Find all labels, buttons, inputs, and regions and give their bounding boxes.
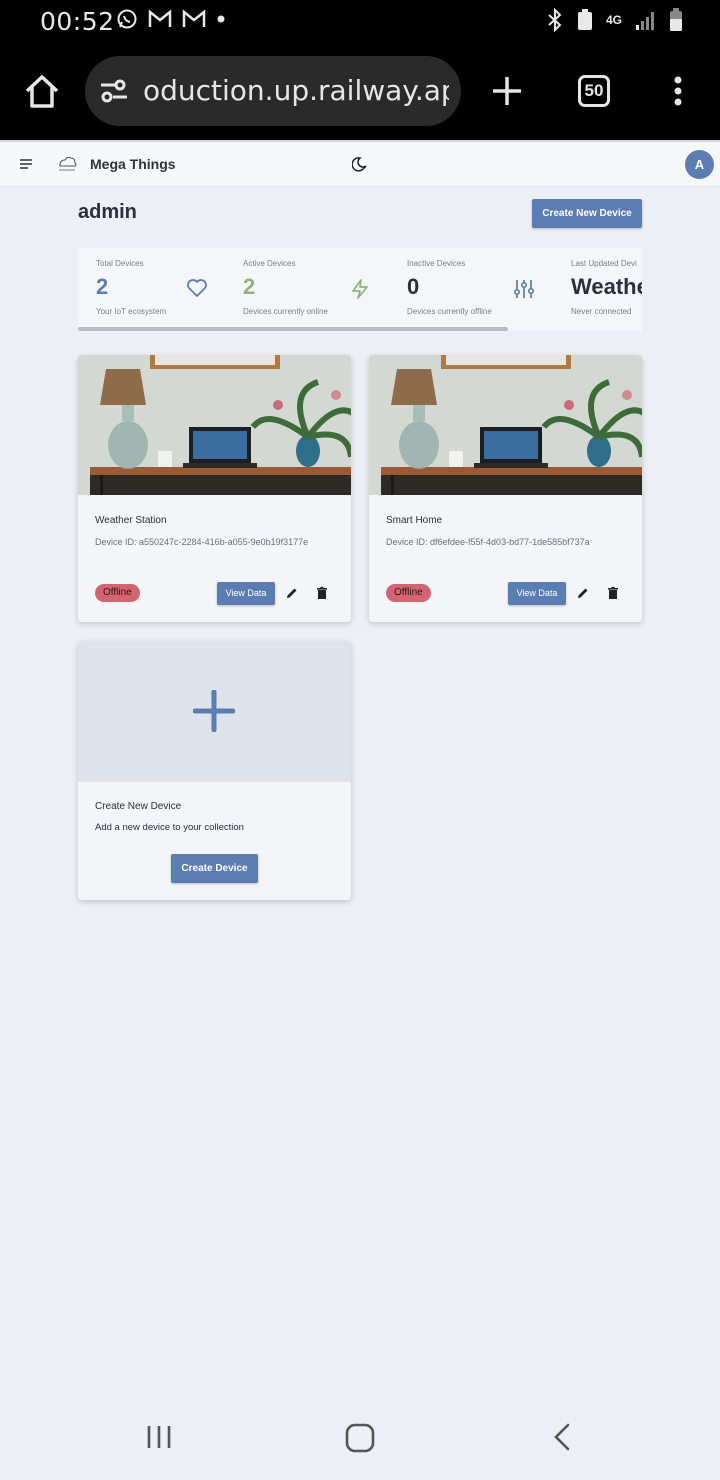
data-saver-icon bbox=[577, 9, 592, 30]
status-badge: Offline bbox=[386, 584, 431, 602]
lightning-icon bbox=[352, 279, 368, 299]
gmail-icon bbox=[182, 9, 206, 27]
stat-label: Total Devices bbox=[96, 259, 144, 268]
browser-toolbar: oduction.up.railway.app 50 bbox=[0, 44, 720, 140]
home-icon[interactable] bbox=[22, 72, 62, 112]
device-id: Device ID: a550247c-2284-416b-a055-9e0b1… bbox=[95, 537, 309, 547]
clock: 00:52 bbox=[40, 7, 115, 36]
delete-icon[interactable] bbox=[606, 586, 620, 600]
stats-strip[interactable]: Total Devices 2 Your IoT ecosystem Activ… bbox=[78, 248, 642, 331]
stat-subtitle: Your IoT ecosystem bbox=[96, 307, 167, 316]
heart-icon bbox=[187, 279, 207, 297]
gmail-icon bbox=[148, 9, 172, 27]
notification-icons bbox=[116, 8, 226, 30]
system-icons: 4G bbox=[546, 8, 684, 32]
create-device-placeholder[interactable] bbox=[78, 641, 351, 782]
address-bar[interactable]: oduction.up.railway.app bbox=[85, 56, 461, 126]
app-header: Mega Things A bbox=[0, 140, 720, 187]
stat-subtitle: Devices currently offline bbox=[407, 307, 492, 316]
stat-active-devices: Active Devices 2 Devices currently onlin… bbox=[243, 248, 383, 328]
brand-name[interactable]: Mega Things bbox=[90, 156, 176, 172]
recents-icon[interactable] bbox=[146, 1424, 172, 1450]
stat-label: Active Devices bbox=[243, 259, 296, 268]
site-settings-icon[interactable] bbox=[99, 78, 129, 104]
device-card[interactable]: Smart Home Device ID: df6efdee-f55f-4d03… bbox=[369, 355, 642, 622]
stat-last-updated: Last Updated Devi Weathe Never connected bbox=[571, 248, 642, 328]
tab-switcher-button[interactable]: 50 bbox=[578, 75, 610, 107]
device-id: Device ID: df6efdee-f55f-4d03-bd77-1de58… bbox=[386, 537, 590, 547]
whatsapp-icon bbox=[117, 9, 137, 29]
status-badge: Offline bbox=[95, 584, 140, 602]
delete-icon[interactable] bbox=[315, 586, 329, 600]
more-menu-icon[interactable] bbox=[668, 76, 688, 108]
stat-label: Last Updated Devi bbox=[571, 259, 637, 268]
device-card[interactable]: Weather Station Device ID: a550247c-2284… bbox=[78, 355, 351, 622]
brand-logo bbox=[59, 156, 77, 171]
device-name: Weather Station bbox=[95, 515, 167, 526]
url-text[interactable]: oduction.up.railway.app bbox=[143, 74, 449, 107]
edit-icon[interactable] bbox=[285, 586, 299, 600]
stat-value: 0 bbox=[407, 274, 420, 299]
stat-label: Inactive Devices bbox=[407, 259, 466, 268]
home-nav-icon[interactable] bbox=[345, 1423, 375, 1453]
system-nav-bar bbox=[0, 1396, 720, 1480]
horizontal-scrollbar[interactable] bbox=[78, 327, 508, 331]
new-tab-icon[interactable] bbox=[490, 74, 524, 108]
stat-value: 2 bbox=[96, 274, 109, 299]
stat-inactive-devices: Inactive Devices 0 Devices currently off… bbox=[407, 248, 547, 328]
device-photo bbox=[369, 355, 642, 495]
card-title: Create New Device bbox=[95, 801, 182, 812]
stat-value: 2 bbox=[243, 274, 256, 299]
stat-subtitle: Never connected bbox=[571, 307, 632, 316]
battery-icon bbox=[670, 8, 682, 31]
create-device-card[interactable]: Create New Device Add a new device to yo… bbox=[78, 641, 351, 900]
dot-icon bbox=[217, 15, 225, 23]
device-name: Smart Home bbox=[386, 515, 443, 526]
sliders-icon bbox=[513, 280, 535, 298]
stat-total-devices: Total Devices 2 Your IoT ecosystem bbox=[96, 248, 226, 328]
dark-mode-icon[interactable] bbox=[352, 156, 369, 173]
view-data-button[interactable]: View Data bbox=[217, 582, 275, 605]
card-description: Add a new device to your collection bbox=[95, 822, 244, 833]
bluetooth-icon bbox=[548, 8, 562, 32]
network-type: 4G bbox=[605, 13, 622, 27]
menu-icon[interactable] bbox=[19, 158, 33, 170]
avatar[interactable]: A bbox=[685, 150, 714, 179]
stat-subtitle: Devices currently online bbox=[243, 307, 328, 316]
back-icon[interactable] bbox=[553, 1423, 571, 1451]
device-photo bbox=[78, 355, 351, 495]
status-bar: 00:52 4G bbox=[0, 0, 720, 44]
page-title: admin bbox=[78, 201, 137, 223]
signal-icon bbox=[636, 12, 654, 30]
view-data-button[interactable]: View Data bbox=[508, 582, 566, 605]
edit-icon[interactable] bbox=[576, 586, 590, 600]
plus-icon[interactable] bbox=[193, 690, 235, 732]
create-new-device-button[interactable]: Create New Device bbox=[532, 199, 642, 228]
stat-value: Weathe bbox=[571, 274, 642, 299]
create-device-button[interactable]: Create Device bbox=[171, 854, 258, 883]
